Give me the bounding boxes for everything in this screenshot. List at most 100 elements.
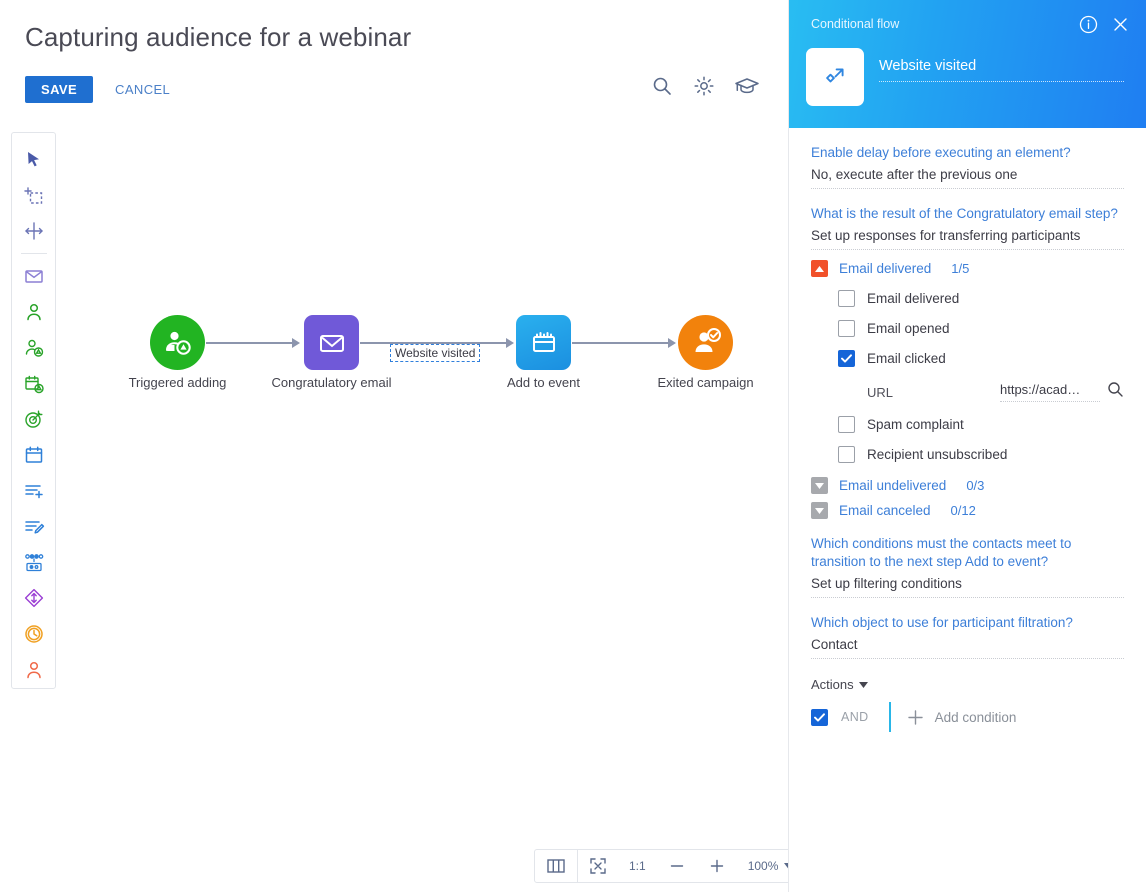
page-title: Capturing audience for a webinar <box>25 22 412 52</box>
checkbox[interactable] <box>838 320 855 337</box>
campaign-goal-icon[interactable] <box>12 402 56 438</box>
action-bar: SAVE CANCEL <box>25 76 170 103</box>
conditional-flow-icon[interactable] <box>12 581 56 617</box>
search-icon[interactable] <box>1107 381 1124 403</box>
flow-node-add-to-event[interactable]: Add to event <box>507 315 580 390</box>
toolbar-divider <box>20 253 47 255</box>
flow-edge-label[interactable]: Website visited <box>390 344 481 362</box>
zoom-level-value: 100% <box>747 859 779 873</box>
flow-node-congratulatory-email[interactable]: Congratulatory email <box>272 315 391 390</box>
flow-node-label: Exited campaign <box>657 375 754 390</box>
and-checkbox[interactable] <box>811 708 828 726</box>
gear-icon[interactable] <box>692 74 716 98</box>
event-adding-icon[interactable] <box>12 366 56 402</box>
search-icon[interactable] <box>650 74 674 98</box>
condition-row: AND Add condition <box>811 702 1124 732</box>
group-title: Email canceled <box>839 503 931 518</box>
question-label-delay[interactable]: Enable delay before executing an element… <box>811 144 1124 162</box>
canvas-tools <box>650 74 759 98</box>
group-count: 1/5 <box>951 261 970 276</box>
canvas-area: Capturing audience for a webinar SAVE CA… <box>0 0 806 892</box>
columns-icon[interactable] <box>535 850 577 882</box>
group-row-email-delivered[interactable]: Email delivered 1/5 <box>811 260 1124 277</box>
checkbox-row-email-clicked[interactable]: Email clicked <box>811 350 1124 367</box>
element-name-field[interactable]: Website visited <box>879 58 1124 82</box>
add-condition-button[interactable]: Add condition <box>907 709 1016 726</box>
ab-split-icon[interactable] <box>12 545 56 581</box>
group-count: 0/3 <box>966 478 985 493</box>
close-icon[interactable] <box>1111 15 1130 39</box>
add-participant-icon[interactable] <box>12 294 56 330</box>
actions-dropdown[interactable]: Actions <box>811 677 1124 692</box>
question-label-object[interactable]: Which object to use for participant filt… <box>811 614 1124 632</box>
question-value-object[interactable]: Contact <box>811 632 1124 659</box>
url-label: URL <box>867 384 894 400</box>
calendar-icon[interactable] <box>12 437 56 473</box>
flow-node-label: Add to event <box>507 375 580 390</box>
element-toolbar <box>11 132 56 689</box>
checkbox-label: Email clicked <box>867 351 946 366</box>
connector-2-arrow <box>506 338 514 348</box>
info-icon[interactable] <box>1079 15 1098 39</box>
flow-node-label: Triggered adding <box>128 375 227 390</box>
question-label-result[interactable]: What is the result of the Congratulatory… <box>811 205 1124 223</box>
exit-participant-icon[interactable] <box>12 652 56 688</box>
checkbox-row-email-delivered[interactable]: Email delivered <box>811 290 1124 307</box>
email-icon[interactable] <box>12 258 56 294</box>
connector-3 <box>572 342 670 344</box>
connector-1 <box>206 342 294 344</box>
zoom-in-button[interactable] <box>697 850 737 882</box>
zoom-out-button[interactable] <box>657 850 697 882</box>
conditional-flow-icon <box>826 68 844 83</box>
add-area-icon[interactable] <box>12 178 56 214</box>
element-settings-panel: Conditional flow Website visited Enable … <box>788 0 1146 892</box>
and-label: AND <box>841 710 869 724</box>
group-row-email-canceled[interactable]: Email canceled 0/12 <box>811 502 1124 519</box>
zoom-ratio-button[interactable]: 1:1 <box>618 850 657 882</box>
collapse-up-icon[interactable] <box>811 260 828 277</box>
checkbox-label: Spam complaint <box>867 417 964 432</box>
plus-icon <box>907 709 923 725</box>
question-value-delay[interactable]: No, execute after the previous one <box>811 162 1124 189</box>
url-value[interactable]: https://acad… <box>1000 382 1100 402</box>
checkbox-row-recipient-unsubscribed[interactable]: Recipient unsubscribed <box>811 446 1124 463</box>
question-value-conditions[interactable]: Set up filtering conditions <box>811 571 1124 598</box>
flow-node-exited-campaign[interactable]: Exited campaign <box>657 315 754 390</box>
timer-icon[interactable] <box>12 616 56 652</box>
condition-divider <box>888 702 891 732</box>
fit-screen-icon[interactable] <box>578 850 618 882</box>
question-value-result[interactable]: Set up responses for transferring partic… <box>811 223 1124 250</box>
group-title: Email undelivered <box>839 478 947 493</box>
checkbox-row-spam-complaint[interactable]: Spam complaint <box>811 416 1124 433</box>
checkbox[interactable] <box>838 350 855 367</box>
checkbox[interactable] <box>838 446 855 463</box>
checkbox[interactable] <box>838 290 855 307</box>
url-field[interactable]: https://acad… <box>1000 381 1124 403</box>
element-name-value: Website visited <box>879 58 1124 82</box>
add-list-icon[interactable] <box>12 473 56 509</box>
expand-down-icon[interactable] <box>811 502 828 519</box>
chevron-down-icon <box>858 681 868 688</box>
cancel-button[interactable]: CANCEL <box>115 82 170 97</box>
actions-label: Actions <box>811 677 854 692</box>
question-label-conditions[interactable]: Which conditions must the contacts meet … <box>811 535 1124 571</box>
expand-down-icon[interactable] <box>811 477 828 494</box>
checkbox[interactable] <box>838 416 855 433</box>
triggered-adding-icon[interactable] <box>12 330 56 366</box>
checkbox-row-email-opened[interactable]: Email opened <box>811 320 1124 337</box>
move-icon[interactable] <box>12 214 56 250</box>
panel-body: Enable delay before executing an element… <box>789 128 1146 892</box>
save-button[interactable]: SAVE <box>25 76 94 103</box>
group-row-email-undelivered[interactable]: Email undelivered 0/3 <box>811 477 1124 494</box>
connector-3-arrow <box>668 338 676 348</box>
flow-node-triggered-adding[interactable]: Triggered adding <box>129 315 226 390</box>
triggered-adding-icon <box>150 315 205 370</box>
graduation-cap-icon[interactable] <box>734 74 759 98</box>
group-count: 0/12 <box>950 503 976 518</box>
zoom-toolbar: 1:1 100% <box>534 849 806 883</box>
calendar-event-icon <box>516 315 571 370</box>
email-icon <box>304 315 359 370</box>
edit-list-icon[interactable] <box>12 509 56 545</box>
group-title: Email delivered <box>839 261 932 276</box>
cursor-select-icon[interactable] <box>12 142 56 178</box>
